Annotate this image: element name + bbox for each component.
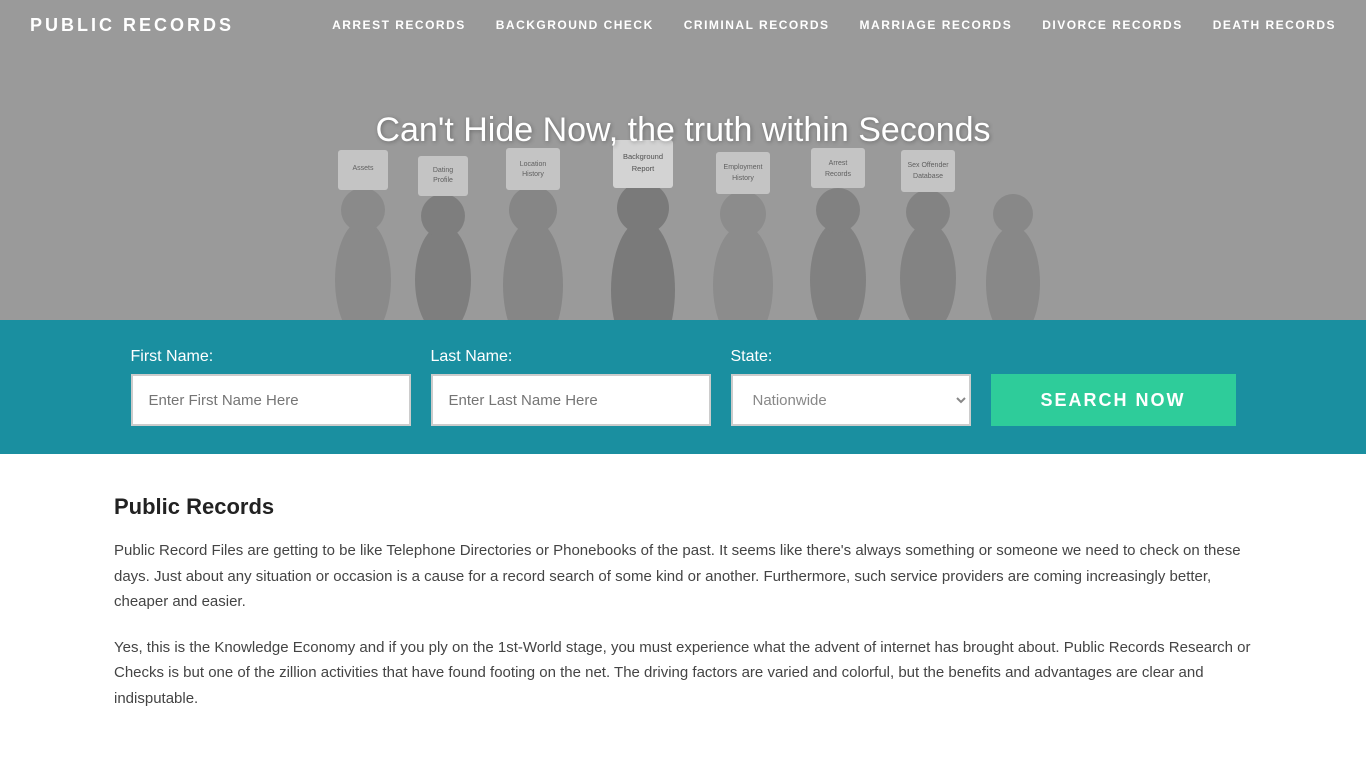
first-name-input[interactable] bbox=[131, 374, 411, 426]
first-name-field: First Name: bbox=[131, 348, 411, 426]
first-name-label: First Name: bbox=[131, 348, 411, 366]
svg-text:Arrest: Arrest bbox=[829, 160, 848, 167]
content-heading: Public Records bbox=[114, 494, 1252, 520]
main-nav: ARREST RECORDS BACKGROUND CHECK CRIMINAL… bbox=[332, 18, 1336, 32]
search-button[interactable]: SEARCH NOW bbox=[991, 374, 1236, 426]
site-logo: PUBLIC RECORDS bbox=[30, 15, 234, 36]
svg-text:Background: Background bbox=[623, 152, 663, 161]
nav-background-check[interactable]: BACKGROUND CHECK bbox=[496, 18, 654, 32]
svg-text:History: History bbox=[522, 171, 544, 178]
search-section: First Name: Last Name: State: Nationwide… bbox=[0, 320, 1366, 454]
main-content: Public Records Public Record Files are g… bbox=[0, 454, 1366, 771]
svg-text:Assets: Assets bbox=[352, 165, 374, 172]
nav-criminal-records[interactable]: CRIMINAL RECORDS bbox=[684, 18, 830, 32]
content-paragraph-1: Public Record Files are getting to be li… bbox=[114, 538, 1252, 615]
state-label: State: bbox=[731, 348, 971, 366]
nav-death-records[interactable]: DEATH RECORDS bbox=[1213, 18, 1336, 32]
last-name-label: Last Name: bbox=[431, 348, 711, 366]
svg-text:History: History bbox=[732, 175, 754, 182]
svg-text:Employment: Employment bbox=[724, 164, 763, 171]
state-field: State: NationwideAlabamaAlaskaArizonaArk… bbox=[731, 348, 971, 426]
svg-text:Report: Report bbox=[632, 164, 655, 173]
svg-text:Location: Location bbox=[520, 161, 547, 168]
content-paragraph-2: Yes, this is the Knowledge Economy and i… bbox=[114, 635, 1252, 712]
nav-marriage-records[interactable]: MARRIAGE RECORDS bbox=[860, 18, 1013, 32]
site-header: PUBLIC RECORDS ARREST RECORDS BACKGROUND… bbox=[0, 0, 1366, 50]
hero-title: Can't Hide Now, the truth within Seconds bbox=[375, 111, 990, 150]
last-name-field: Last Name: bbox=[431, 348, 711, 426]
svg-text:Profile: Profile bbox=[433, 177, 453, 184]
svg-text:Database: Database bbox=[913, 173, 943, 180]
nav-divorce-records[interactable]: DIVORCE RECORDS bbox=[1042, 18, 1183, 32]
svg-text:Records: Records bbox=[825, 171, 852, 178]
svg-text:Dating: Dating bbox=[433, 167, 453, 174]
state-select[interactable]: NationwideAlabamaAlaskaArizonaArkansasCa… bbox=[731, 374, 971, 426]
svg-text:Sex Offender: Sex Offender bbox=[907, 162, 949, 169]
last-name-input[interactable] bbox=[431, 374, 711, 426]
nav-arrest-records[interactable]: ARREST RECORDS bbox=[332, 18, 466, 32]
